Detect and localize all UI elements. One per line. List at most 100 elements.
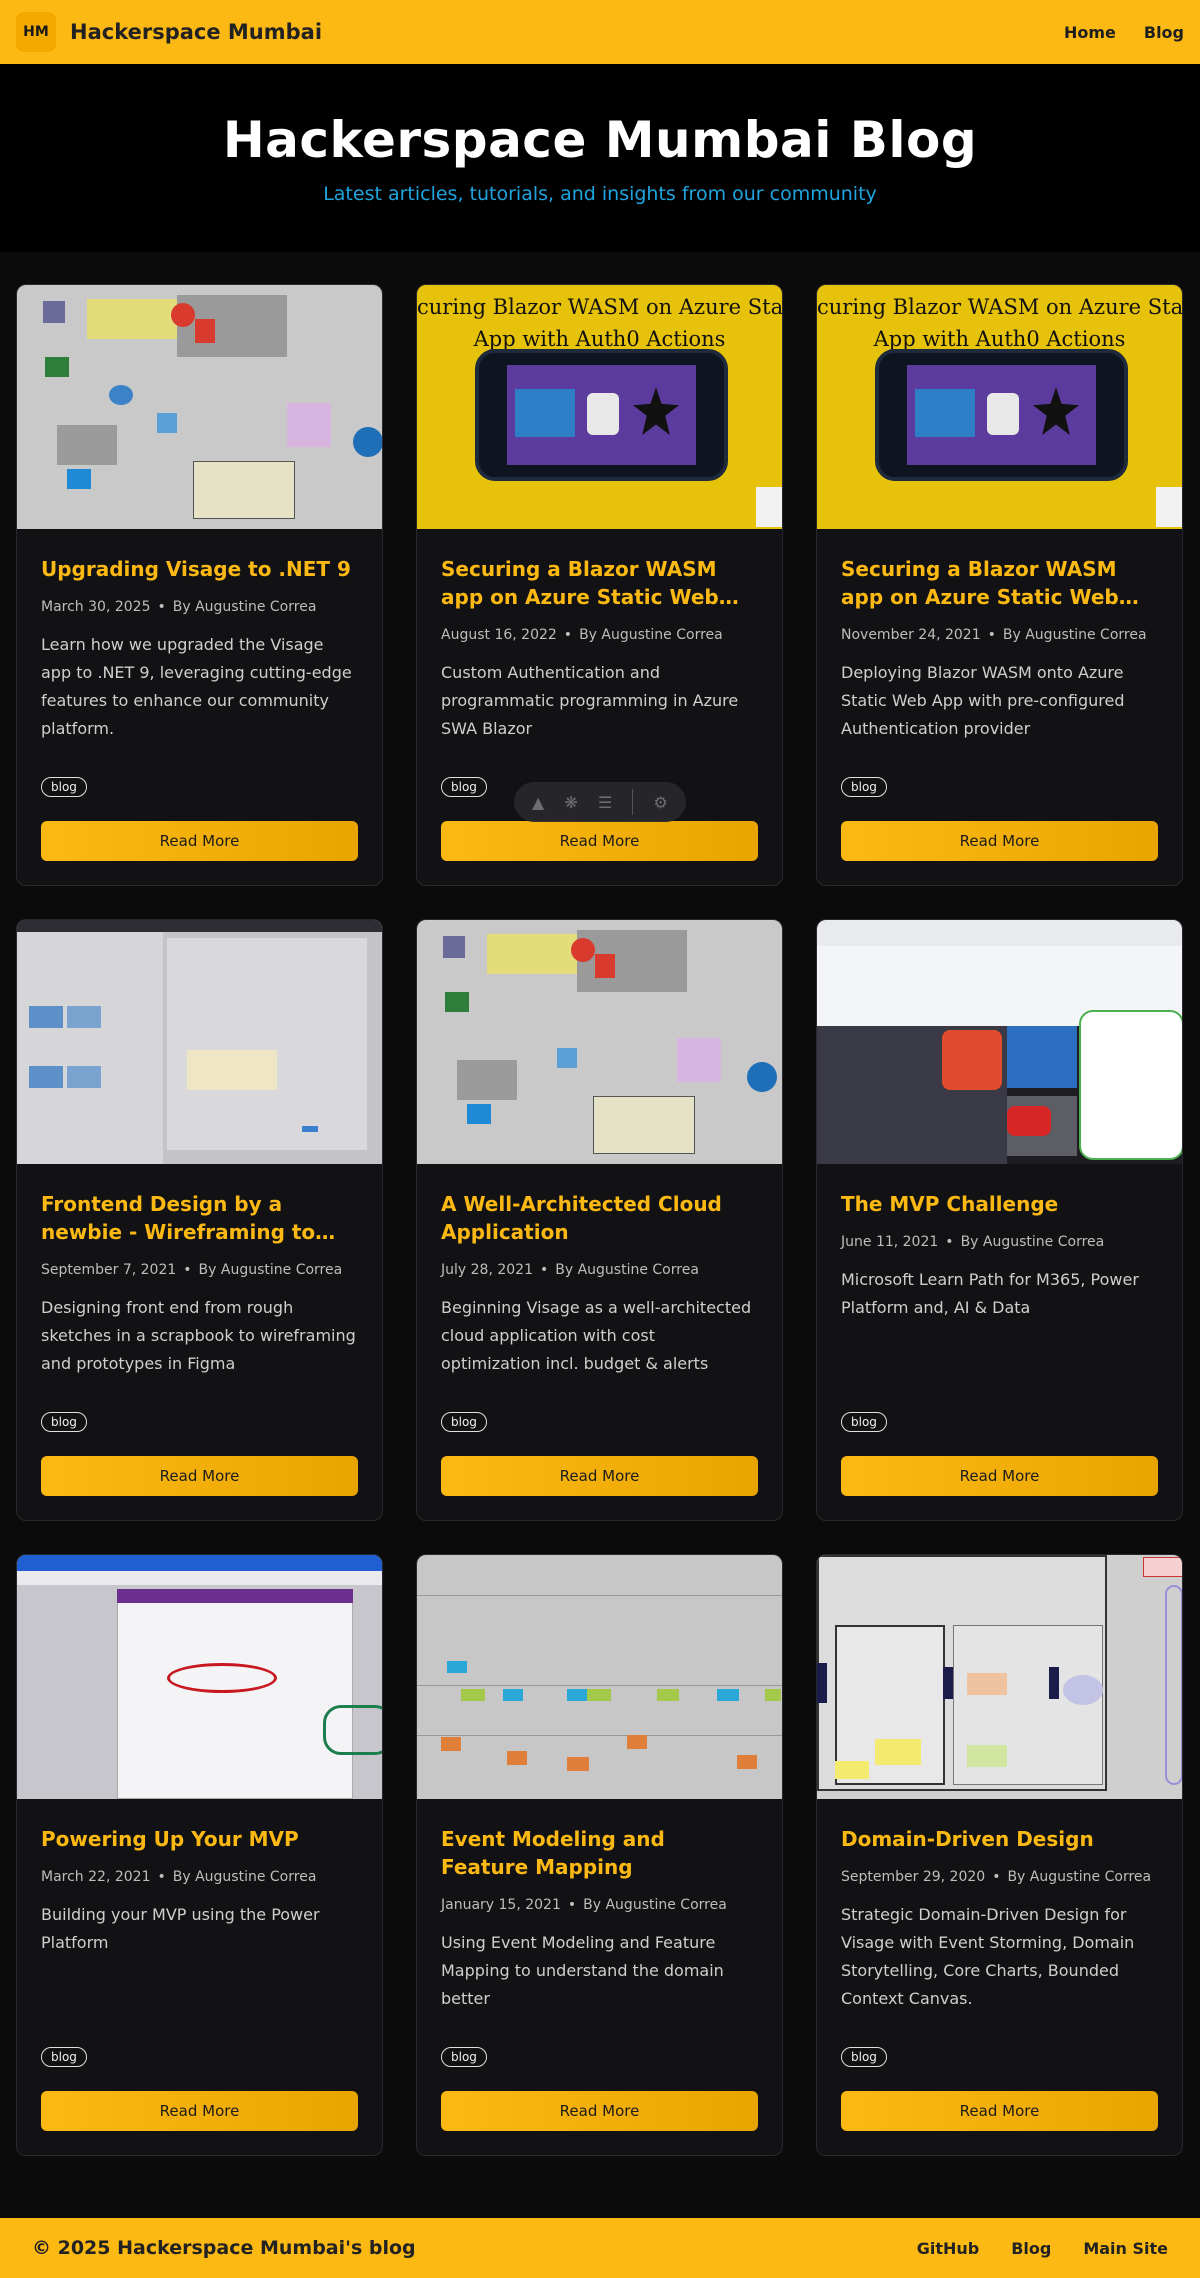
- read-more-button[interactable]: Read More: [41, 821, 358, 861]
- toolbar-divider: [632, 789, 634, 815]
- post-excerpt: Beginning Visage as a well-architected c…: [441, 1298, 752, 1373]
- post-excerpt: Designing front end from rough sketches …: [41, 1298, 356, 1373]
- post-date: March 22, 2021: [41, 1869, 151, 1885]
- post-author: By Augustine Correa: [172, 599, 317, 615]
- read-more-button[interactable]: Read More: [41, 2091, 358, 2131]
- post-date: September 7, 2021: [41, 1262, 177, 1278]
- footer-github-link[interactable]: GitHub: [917, 2239, 980, 2258]
- thumbnail-caption-line: curing Blazor WASM on Azure Static W: [417, 295, 782, 319]
- meta-separator: •: [567, 1897, 577, 1913]
- post-date: January 15, 2021: [441, 1897, 561, 1913]
- post-thumbnail-power-apps-form[interactable]: [17, 1555, 382, 1799]
- footer-nav: GitHub Blog Main Site: [917, 2239, 1168, 2258]
- post-meta: March 22, 2021 • By Augustine Correa: [41, 1869, 358, 1885]
- post-thumbnail-blazor-auth0[interactable]: curing Blazor WASM on Azure Static W App…: [417, 285, 782, 529]
- nav-blog-link[interactable]: Blog: [1144, 23, 1184, 42]
- post-title[interactable]: Frontend Design by a newbie - Wireframin…: [41, 1190, 358, 1246]
- page-title: Hackerspace Mumbai Blog: [222, 111, 978, 169]
- post-grid: Upgrading Visage to .NET 9 March 30, 202…: [0, 252, 1200, 2156]
- phone-image: [475, 349, 728, 481]
- post-title[interactable]: Upgrading Visage to .NET 9: [41, 555, 358, 583]
- read-more-button[interactable]: Read More: [841, 2091, 1158, 2131]
- gear-icon[interactable]: ⚙: [654, 793, 668, 812]
- post-thumbnail-blazor-auth0[interactable]: curing Blazor WASM on Azure Static W App…: [817, 285, 1182, 529]
- footer-main-site-link[interactable]: Main Site: [1083, 2239, 1168, 2258]
- meta-separator: •: [539, 1262, 549, 1278]
- post-thumbnail-architecture-diagram[interactable]: [17, 285, 382, 529]
- post-tag[interactable]: blog: [41, 777, 87, 797]
- post-author: By Augustine Correa: [555, 1262, 699, 1278]
- post-thumbnail-mvp-screenshot[interactable]: [817, 920, 1182, 1164]
- site-header: HM Hackerspace Mumbai Home Blog: [0, 0, 1200, 64]
- read-more-button[interactable]: Read More: [841, 821, 1158, 861]
- read-more-button[interactable]: Read More: [441, 821, 758, 861]
- nav-home-link[interactable]: Home: [1064, 23, 1116, 42]
- post-title[interactable]: Securing a Blazor WASM app on Azure Stat…: [841, 555, 1158, 611]
- post-title[interactable]: Domain-Driven Design: [841, 1825, 1158, 1853]
- post-tag[interactable]: blog: [41, 2047, 87, 2067]
- post-card: curing Blazor WASM on Azure Static W App…: [816, 284, 1183, 886]
- bug-icon[interactable]: ❋: [564, 793, 577, 812]
- post-tag[interactable]: blog: [41, 1412, 87, 1432]
- post-tag[interactable]: blog: [841, 2047, 887, 2067]
- post-author: By Augustine Correa: [1007, 1869, 1152, 1885]
- read-more-button[interactable]: Read More: [841, 1456, 1158, 1496]
- post-date: August 16, 2022: [441, 627, 557, 643]
- read-more-button[interactable]: Read More: [41, 1456, 358, 1496]
- post-meta: September 29, 2020 • By Augustine Correa: [841, 1869, 1158, 1885]
- footer-blog-link[interactable]: Blog: [1011, 2239, 1051, 2258]
- meta-separator: •: [945, 1234, 954, 1250]
- post-excerpt: Strategic Domain-Driven Design for Visag…: [841, 1905, 1135, 2008]
- main-nav: Home Blog: [1064, 23, 1184, 42]
- meta-separator: •: [987, 627, 996, 643]
- read-more-button[interactable]: Read More: [441, 2091, 758, 2131]
- post-card: Upgrading Visage to .NET 9 March 30, 202…: [16, 284, 383, 886]
- post-card: The MVP Challenge June 11, 2021 • By Augus…: [816, 919, 1183, 1521]
- post-thumbnail-architecture-diagram[interactable]: [417, 920, 782, 1164]
- post-author: By Augustine Correa: [198, 1262, 343, 1278]
- thumbnail-caption-line: curing Blazor WASM on Azure Static W: [817, 295, 1182, 319]
- post-author: By Augustine Correa: [579, 627, 723, 643]
- site-logo[interactable]: HM: [16, 12, 56, 52]
- post-excerpt: Deploying Blazor WASM onto Azure Static …: [841, 663, 1125, 738]
- post-thumbnail-figma-wireframe[interactable]: [17, 920, 382, 1164]
- post-thumbnail-bounded-context-canvas[interactable]: [817, 1555, 1182, 1799]
- post-author: By Augustine Correa: [583, 1897, 727, 1913]
- post-author: By Augustine Correa: [960, 1234, 1105, 1250]
- post-date: June 11, 2021: [841, 1234, 939, 1250]
- meta-separator: •: [157, 1869, 166, 1885]
- site-name[interactable]: Hackerspace Mumbai: [70, 20, 322, 44]
- post-card: Frontend Design by a newbie - Wireframin…: [16, 919, 383, 1521]
- page-subtitle: Latest articles, tutorials, and insights…: [323, 183, 877, 205]
- post-card: Domain-Driven Design September 29, 2020 •…: [816, 1554, 1183, 2156]
- rocket-icon[interactable]: ▲: [532, 793, 544, 812]
- post-title[interactable]: Event Modeling and Feature Mapping: [441, 1825, 758, 1881]
- post-tag[interactable]: blog: [441, 1412, 487, 1432]
- post-date: November 24, 2021: [841, 627, 981, 643]
- post-tag[interactable]: blog: [441, 777, 487, 797]
- post-meta: September 7, 2021 • By Augustine Correa: [41, 1262, 358, 1278]
- post-author: By Augustine Correa: [1002, 627, 1147, 643]
- post-excerpt: Learn how we upgraded the Visage app to …: [41, 635, 352, 738]
- floating-devtools-toolbar: ▲ ❋ ☰ ⚙: [514, 782, 686, 822]
- post-thumbnail-event-model[interactable]: [417, 1555, 782, 1799]
- read-more-button[interactable]: Read More: [441, 1456, 758, 1496]
- post-title[interactable]: A Well-Architected Cloud Application: [441, 1190, 758, 1246]
- post-date: September 29, 2020: [841, 1869, 986, 1885]
- post-tag[interactable]: blog: [441, 2047, 487, 2067]
- meta-separator: •: [563, 627, 573, 643]
- post-excerpt: Building your MVP using the Power Platfo…: [41, 1905, 320, 1952]
- search-list-icon[interactable]: ☰: [598, 793, 612, 812]
- post-card: A Well-Architected Cloud Application Jul…: [416, 919, 783, 1521]
- post-author: By Augustine Correa: [172, 1869, 317, 1885]
- post-excerpt: Microsoft Learn Path for M365, Power Pla…: [841, 1270, 1139, 1317]
- meta-separator: •: [992, 1869, 1001, 1885]
- post-tag[interactable]: blog: [841, 1412, 887, 1432]
- post-title[interactable]: Securing a Blazor WASM app on Azure Stat…: [441, 555, 758, 611]
- post-title[interactable]: Powering Up Your MVP: [41, 1825, 358, 1853]
- post-meta: January 15, 2021 • By Augustine Correa: [441, 1897, 758, 1913]
- post-tag[interactable]: blog: [841, 777, 887, 797]
- post-date: July 28, 2021: [441, 1262, 533, 1278]
- phone-image: [875, 349, 1128, 481]
- post-title[interactable]: The MVP Challenge: [841, 1190, 1158, 1218]
